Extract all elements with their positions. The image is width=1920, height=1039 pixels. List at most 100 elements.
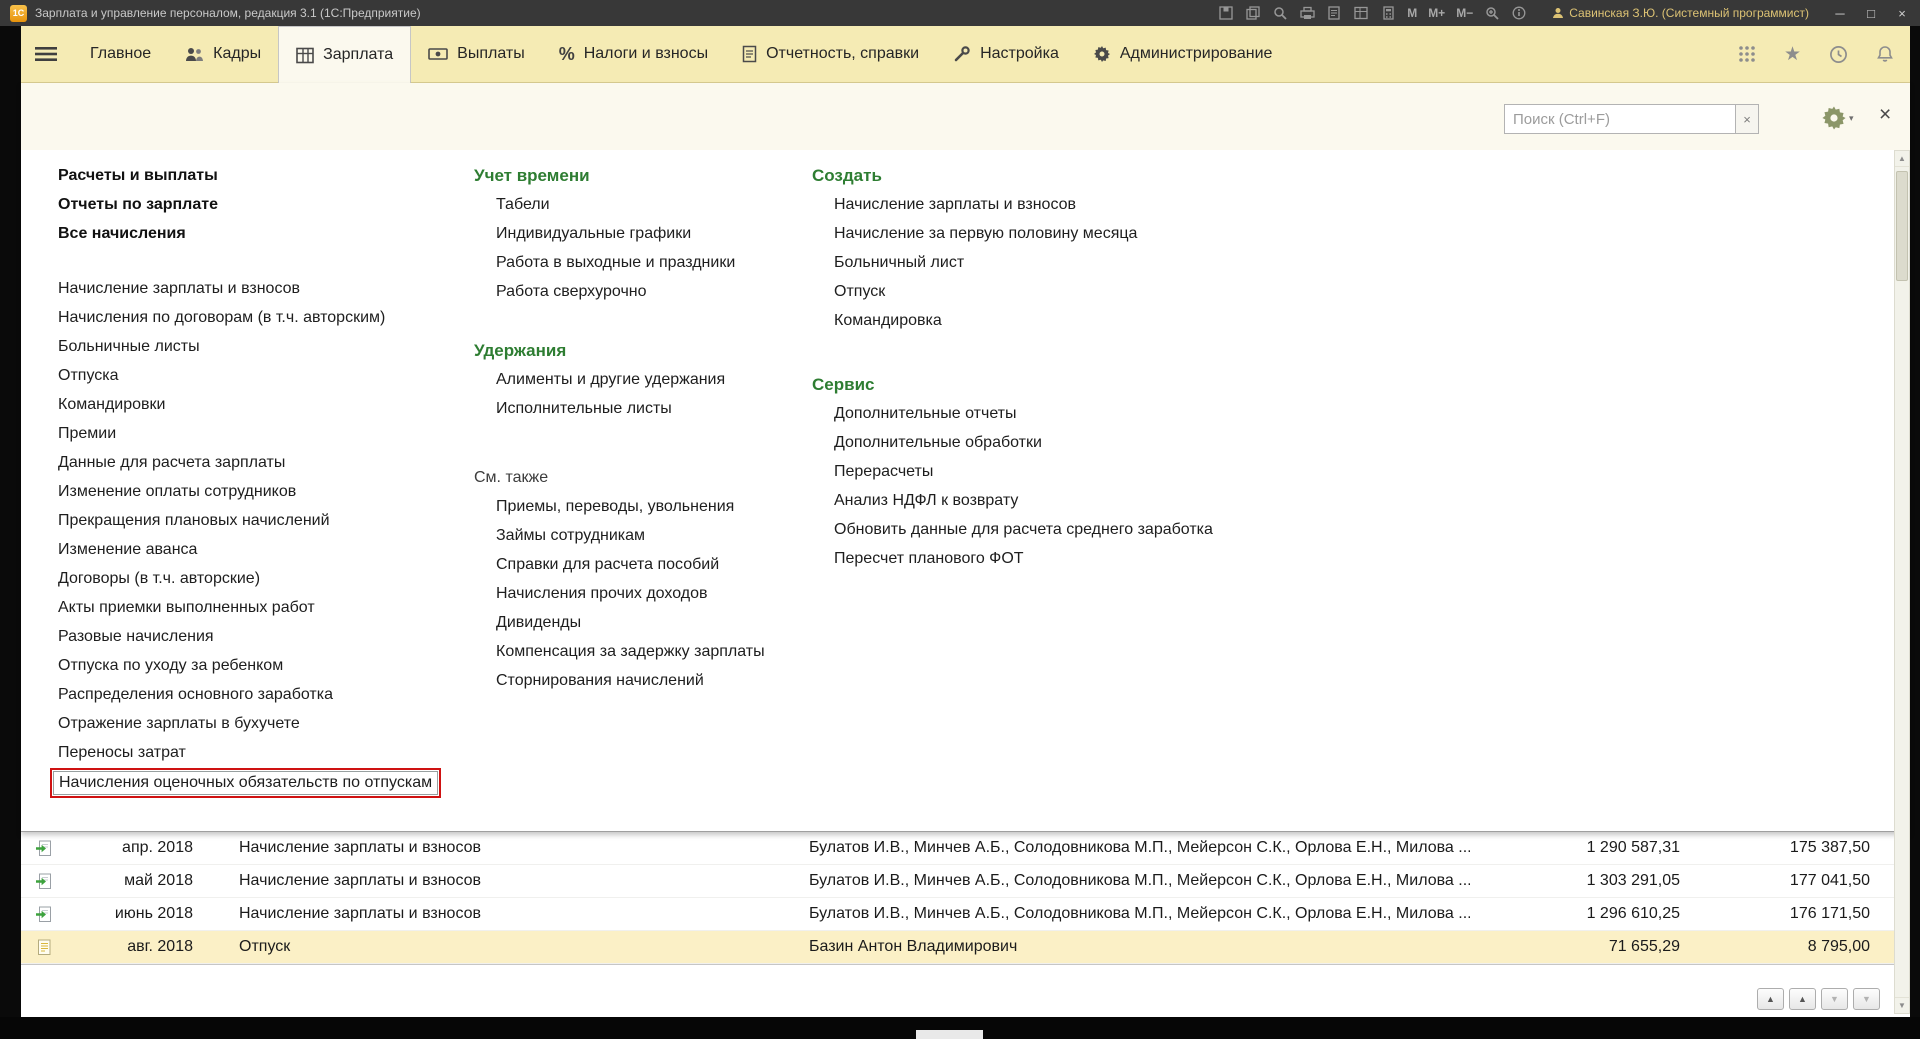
current-user-label: Савинская З.Ю. (Системный программист): [1569, 6, 1809, 20]
menu-item[interactable]: Распределения основного заработка: [58, 680, 468, 709]
menu-item-highlighted[interactable]: Начисления оценочных обязательств по отп…: [50, 768, 442, 798]
goto-last-button[interactable]: ▼: [1853, 988, 1880, 1010]
menu-column-middle: Учет времени Табели Индивидуальные графи…: [474, 161, 804, 695]
menu-item[interactable]: Изменение оплаты сотрудников: [58, 477, 468, 506]
memory-m-minus-button[interactable]: М−: [1456, 6, 1473, 20]
current-user: Савинская З.Ю. (Системный программист): [1552, 6, 1809, 20]
menu-item[interactable]: Переносы затрат: [58, 738, 468, 767]
search-clear-button[interactable]: ×: [1736, 104, 1759, 134]
menu-item[interactable]: Работа в выходные и праздники: [474, 248, 804, 277]
menu-item[interactable]: Дополнительные отчеты: [812, 399, 1292, 428]
section-tab-nastroyka[interactable]: Настройка: [936, 26, 1076, 82]
service-apps-grid-icon[interactable]: [1738, 45, 1756, 63]
info-icon[interactable]: [1511, 5, 1527, 21]
document-row[interactable]: май 2018 Начисление зарплаты и взносов Б…: [21, 865, 1910, 898]
menu-item[interactable]: Займы сотрудникам: [474, 521, 804, 550]
minimize-button[interactable]: ─: [1830, 6, 1850, 21]
menu-item[interactable]: Отпуска по уходу за ребенком: [58, 651, 468, 680]
menu-item[interactable]: Командировки: [58, 390, 468, 419]
section-tab-otchetnost[interactable]: Отчетность, справки: [725, 26, 936, 82]
calculator-icon[interactable]: [1380, 5, 1396, 21]
section-tab-administrirovanie[interactable]: Администрирование: [1076, 26, 1290, 82]
doc-type: Отпуск: [239, 938, 291, 955]
print-icon[interactable]: [1299, 5, 1315, 21]
menu-item[interactable]: Сторнирования начислений: [474, 666, 804, 695]
scroll-down-arrow-icon[interactable]: ▼: [1895, 997, 1909, 1013]
doc-type: Начисление зарплаты и взносов: [239, 905, 482, 922]
section-tab-nalogi[interactable]: % Налоги и взносы: [542, 26, 725, 82]
vertical-scrollbar[interactable]: ▲ ▼: [1894, 150, 1910, 1014]
menu-item[interactable]: Начисления по договорам (в т.ч. авторски…: [58, 303, 468, 332]
table-icon[interactable]: [1353, 5, 1369, 21]
document-row-selected[interactable]: авг. 2018 Отпуск Базин Антон Владимирови…: [21, 931, 1910, 964]
print-preview-icon[interactable]: [1326, 5, 1342, 21]
menu-item-vse-nachisleniya[interactable]: Все начисления: [58, 219, 468, 248]
doc-type: Начисление зарплаты и взносов: [239, 839, 482, 856]
menu-item[interactable]: Исполнительные листы: [474, 394, 804, 423]
goto-previous-button[interactable]: ▲: [1789, 988, 1816, 1010]
menu-item[interactable]: Перерасчеты: [812, 457, 1292, 486]
menu-item[interactable]: Табели: [474, 190, 804, 219]
menu-item[interactable]: Обновить данные для расчета среднего зар…: [812, 515, 1292, 544]
menu-item[interactable]: Договоры (в т.ч. авторские): [58, 564, 468, 593]
menu-item[interactable]: Начисление зарплаты и взносов: [58, 274, 468, 303]
menu-item[interactable]: Прекращения плановых начислений: [58, 506, 468, 535]
list-navigation: ▲ ▲ ▼ ▼: [1757, 988, 1880, 1010]
zoom-icon[interactable]: [1484, 5, 1500, 21]
percent-icon: %: [558, 43, 575, 64]
favorites-star-icon[interactable]: ★: [1784, 43, 1801, 66]
document-row[interactable]: июнь 2018 Начисление зарплаты и взносов …: [21, 898, 1910, 931]
menu-item-raschety-i-vyplaty[interactable]: Расчеты и выплаты: [58, 161, 468, 190]
menu-item[interactable]: Анализ НДФЛ к возврату: [812, 486, 1292, 515]
menu-item[interactable]: Отпуск: [812, 277, 1292, 306]
goto-next-button[interactable]: ▼: [1821, 988, 1848, 1010]
menu-item[interactable]: Алименты и другие удержания: [474, 365, 804, 394]
panel-close-icon[interactable]: ×: [1879, 103, 1891, 127]
menu-item-otchety-po-zarplate[interactable]: Отчеты по зарплате: [58, 190, 468, 219]
scrollbar-thumb[interactable]: [1896, 171, 1908, 281]
menu-item[interactable]: Данные для расчета зарплаты: [58, 448, 468, 477]
wrench-icon: [953, 45, 971, 63]
menu-item[interactable]: Разовые начисления: [58, 622, 468, 651]
menu-item[interactable]: Премии: [58, 419, 468, 448]
menu-item[interactable]: Начисление за первую половину месяца: [812, 219, 1292, 248]
menu-item[interactable]: Командировка: [812, 306, 1292, 335]
menu-item[interactable]: Дополнительные обработки: [812, 428, 1292, 457]
menu-item[interactable]: Начисление зарплаты и взносов: [812, 190, 1292, 219]
menu-item[interactable]: Приемы, переводы, увольнения: [474, 492, 804, 521]
close-button[interactable]: ×: [1892, 6, 1912, 21]
find-icon[interactable]: [1272, 5, 1288, 21]
menu-item[interactable]: Компенсация за задержку зарплаты: [474, 637, 804, 666]
memory-m-plus-button[interactable]: М+: [1428, 6, 1445, 20]
menu-item[interactable]: Отпуска: [58, 361, 468, 390]
goto-first-button[interactable]: ▲: [1757, 988, 1784, 1010]
menu-item[interactable]: Начисления прочих доходов: [474, 579, 804, 608]
section-tab-glavnoe[interactable]: Главное: [73, 26, 168, 82]
section-tab-label: Отчетность, справки: [766, 45, 920, 62]
panel-settings-button[interactable]: ▾: [1821, 105, 1854, 131]
menu-item[interactable]: Акты приемки выполненных работ: [58, 593, 468, 622]
notifications-bell-icon[interactable]: [1876, 45, 1894, 64]
maximize-button[interactable]: □: [1861, 6, 1881, 21]
main-menu-button[interactable]: [21, 26, 73, 82]
menu-item[interactable]: Больничные листы: [58, 332, 468, 361]
copy-icon[interactable]: [1245, 5, 1261, 21]
menu-item[interactable]: Изменение аванса: [58, 535, 468, 564]
document-row[interactable]: апр. 2018 Начисление зарплаты и взносов …: [21, 832, 1910, 865]
section-tab-vyplaty[interactable]: Выплаты: [411, 26, 542, 82]
menu-item[interactable]: Дивиденды: [474, 608, 804, 637]
scroll-up-arrow-icon[interactable]: ▲: [1895, 151, 1909, 167]
menu-item[interactable]: Индивидуальные графики: [474, 219, 804, 248]
menu-item[interactable]: Отражение зарплаты в бухучете: [58, 709, 468, 738]
section-tab-zarplata[interactable]: Зарплата: [278, 26, 412, 83]
save-icon[interactable]: [1218, 5, 1234, 21]
menu-item[interactable]: Работа сверхурочно: [474, 277, 804, 306]
section-tab-kadry[interactable]: Кадры: [168, 26, 278, 82]
menu-item[interactable]: Пересчет планового ФОТ: [812, 544, 1292, 573]
menu-item[interactable]: Справки для расчета пособий: [474, 550, 804, 579]
doc-employees: Булатов И.В., Минчев А.Б., Солодовникова…: [809, 872, 1470, 889]
memory-m-button[interactable]: М: [1407, 6, 1417, 20]
menu-item[interactable]: Больничный лист: [812, 248, 1292, 277]
history-clock-icon[interactable]: [1829, 45, 1848, 64]
search-input[interactable]: [1504, 104, 1736, 134]
